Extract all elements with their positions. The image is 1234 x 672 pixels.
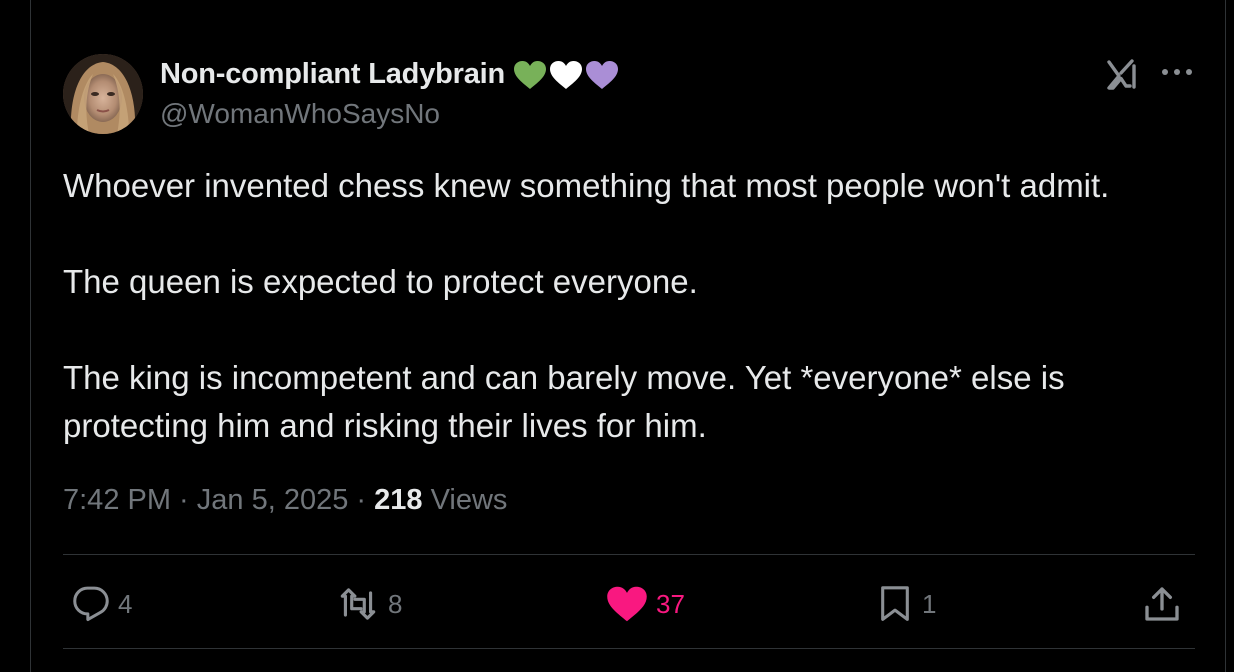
tweet-time[interactable]: 7:42 PM bbox=[63, 484, 171, 516]
tweet-paragraph: The king is incompetent and can barely m… bbox=[63, 359, 1065, 444]
heart-icon bbox=[607, 586, 647, 622]
bookmark-icon bbox=[881, 586, 909, 621]
tweet-paragraph: Whoever invented chess knew something th… bbox=[63, 167, 1110, 204]
tweet-text: Whoever invented chess knew something th… bbox=[63, 162, 1213, 450]
repost-icon bbox=[340, 588, 376, 620]
share-button[interactable] bbox=[1142, 582, 1182, 626]
more-options-icon[interactable] bbox=[1160, 62, 1194, 82]
tweet-date[interactable]: Jan 5, 2025 bbox=[197, 484, 349, 516]
bookmark-count: 1 bbox=[922, 588, 937, 619]
meta-separator: · bbox=[348, 484, 375, 516]
like-count: 37 bbox=[656, 588, 685, 619]
tweet-paragraph: The queen is expected to protect everyon… bbox=[63, 263, 698, 300]
bookmark-button[interactable]: 1 bbox=[876, 582, 936, 626]
tweet-meta: 7:42 PM · Jan 5, 2025 · 218 Views bbox=[63, 484, 507, 517]
repost-button[interactable]: 8 bbox=[336, 582, 402, 626]
repost-count: 8 bbox=[388, 588, 403, 619]
like-button[interactable]: 37 bbox=[606, 582, 685, 626]
views-label: Views bbox=[422, 484, 508, 516]
reply-icon bbox=[73, 586, 109, 622]
author-handle[interactable]: @WomanWhoSaysNo bbox=[160, 98, 440, 130]
avatar[interactable] bbox=[63, 54, 143, 134]
reply-count: 4 bbox=[118, 588, 133, 619]
author-display-name[interactable]: Non-compliant Ladybrain bbox=[160, 58, 619, 91]
white-heart-icon bbox=[550, 60, 583, 89]
views-count[interactable]: 218 bbox=[374, 484, 422, 516]
share-icon bbox=[1145, 587, 1179, 621]
name-emojis bbox=[513, 60, 619, 90]
divider bbox=[63, 648, 1195, 649]
purple-heart-icon bbox=[586, 60, 619, 89]
grok-icon[interactable] bbox=[1104, 56, 1140, 92]
meta-separator: · bbox=[171, 484, 197, 516]
green-heart-icon bbox=[514, 60, 547, 89]
avatar-image bbox=[63, 54, 143, 134]
divider bbox=[63, 554, 1195, 555]
reply-button[interactable]: 4 bbox=[72, 582, 132, 626]
author-name-text: Non-compliant Ladybrain bbox=[160, 58, 506, 90]
